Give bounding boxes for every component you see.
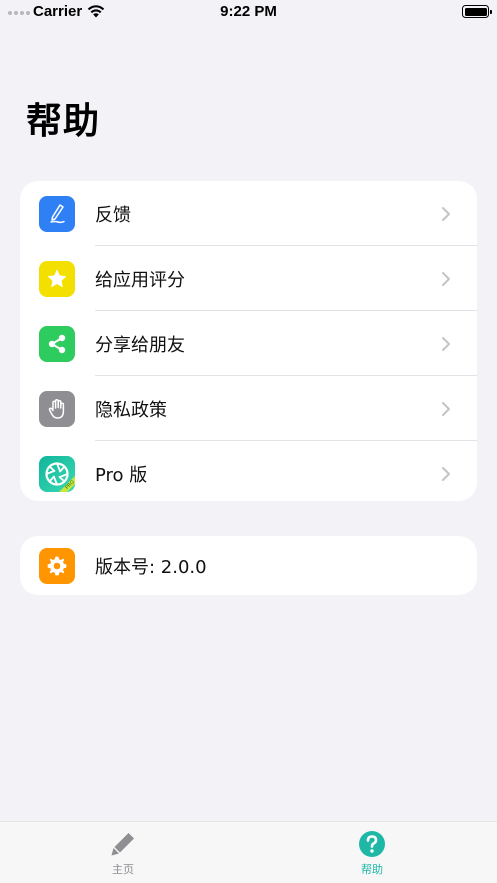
chevron-right-icon (442, 336, 450, 351)
tab-bar: 主页 帮助 (0, 821, 497, 883)
battery-icon (462, 5, 492, 18)
pro-app-icon: PRO (39, 455, 75, 492)
chevron-right-icon (442, 466, 450, 481)
version-card: 版本号: 2.0.0 (20, 536, 477, 595)
version-row: 版本号: 2.0.0 (20, 536, 477, 595)
tab-help[interactable]: 帮助 (312, 830, 432, 877)
menu-item-label: 给应用评分 (95, 269, 185, 291)
star-icon (39, 260, 75, 297)
pencil-icon (111, 833, 134, 856)
gear-icon (39, 547, 75, 584)
version-label: 版本号: 2.0.0 (95, 556, 207, 578)
menu-item-privacy-policy[interactable]: 隐私政策 (20, 376, 477, 441)
pen-icon (39, 195, 75, 232)
chevron-right-icon (442, 401, 450, 416)
menu-item-label: Pro 版 (95, 464, 148, 486)
page-title: 帮助 (26, 101, 101, 142)
status-time: 9:22 PM (220, 3, 277, 20)
tab-label: 主页 (112, 863, 134, 876)
share-icon (39, 325, 75, 362)
menu-item-label: 反馈 (95, 204, 131, 226)
tab-home[interactable]: 主页 (63, 830, 183, 877)
menu-item-share[interactable]: 分享给朋友 (20, 311, 477, 376)
question-icon (359, 831, 385, 857)
help-menu-card: 反馈 给应用评分 分享给朋友 隐私政策 PRO Pro 版 (20, 181, 477, 501)
chevron-right-icon (442, 271, 450, 286)
status-bar: Carrier 9:22 PM (0, 0, 497, 24)
menu-item-label: 分享给朋友 (95, 334, 185, 356)
hand-icon (39, 390, 75, 427)
menu-item-rate-app[interactable]: 给应用评分 (20, 246, 477, 311)
menu-item-label: 隐私政策 (95, 399, 167, 421)
menu-item-feedback[interactable]: 反馈 (20, 181, 477, 246)
tab-label: 帮助 (361, 863, 383, 876)
chevron-right-icon (442, 206, 450, 221)
menu-item-pro-version[interactable]: PRO Pro 版 (20, 441, 477, 501)
